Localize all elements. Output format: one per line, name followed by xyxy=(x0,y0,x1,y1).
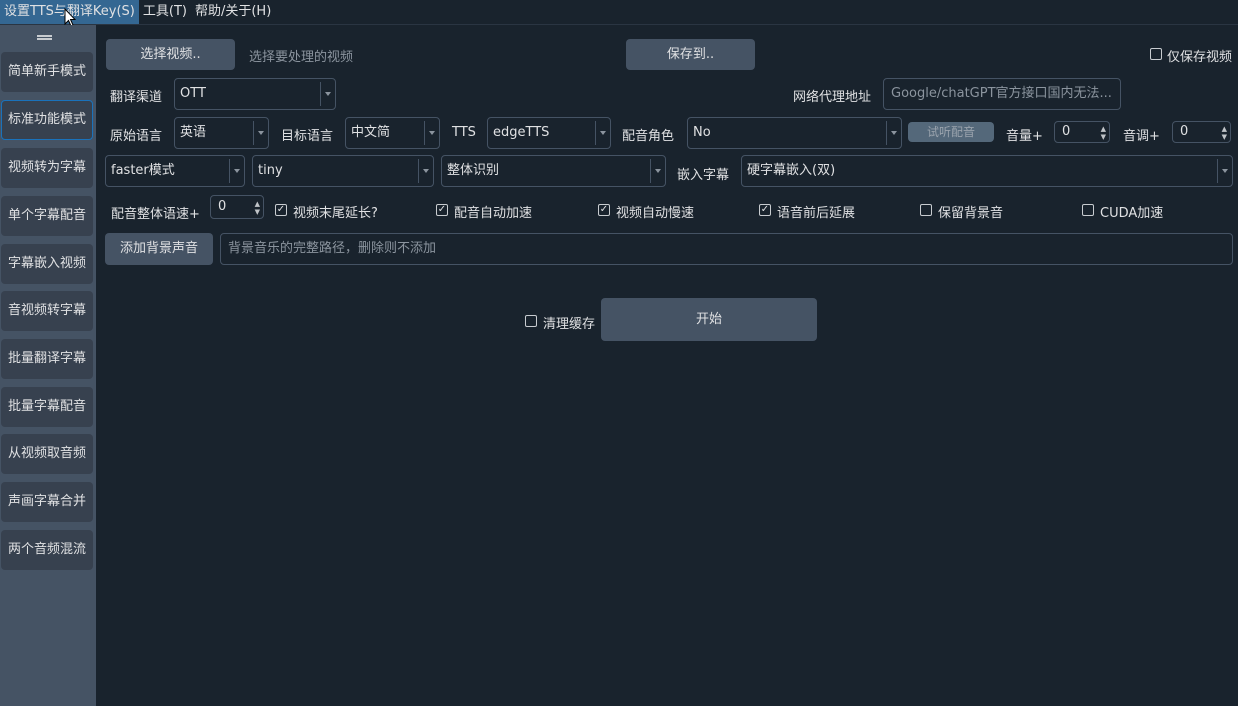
chevron-down-icon xyxy=(229,159,244,183)
source-language-select[interactable]: 英语 xyxy=(174,117,269,149)
sidebar-item-embed-subtitle[interactable]: 字幕嵌入视频 xyxy=(1,244,93,284)
start-button[interactable]: 开始 xyxy=(601,298,817,341)
clear-cache-checkbox[interactable] xyxy=(525,315,537,327)
clear-cache-label: 清理缓存 xyxy=(543,317,596,332)
only-save-video-checkbox[interactable] xyxy=(1150,48,1162,60)
add-background-button[interactable]: 添加背景声音 xyxy=(105,233,213,265)
speed-value: 0 xyxy=(218,199,227,214)
target-language-select[interactable]: 中文简 xyxy=(345,117,440,149)
select-video-button[interactable]: 选择视频.. xyxy=(106,39,235,70)
chevron-down-icon xyxy=(253,121,268,145)
sidebar: 简单新手模式 标准功能模式 视频转为字幕 单个字幕配音 字幕嵌入视频 音视频转字… xyxy=(0,25,96,706)
auto-speedup-checkbox[interactable]: ✓ xyxy=(436,204,448,216)
proxy-input[interactable]: Google/chatGPT官方接口国内无法... xyxy=(883,78,1121,110)
whisper-mode-select[interactable]: faster模式 xyxy=(105,155,245,187)
target-language-value: 中文简 xyxy=(351,125,391,140)
pitch-value: 0 xyxy=(1180,124,1189,139)
proxy-label: 网络代理地址 xyxy=(793,90,872,105)
sidebar-item-video-to-subtitle[interactable]: 视频转为字幕 xyxy=(1,148,93,188)
extend-video-end-label: 视频末尾延长? xyxy=(293,206,378,221)
chevron-down-icon xyxy=(595,121,610,145)
auto-speedup-label: 配音自动加速 xyxy=(454,206,533,221)
cuda-label: CUDA加速 xyxy=(1100,206,1164,221)
keep-background-checkbox[interactable] xyxy=(920,204,932,216)
translate-channel-select[interactable]: OTT xyxy=(174,78,336,110)
source-language-label: 原始语言 xyxy=(110,129,163,144)
voice-extend-label: 语音前后延展 xyxy=(777,206,856,221)
embed-subtitle-label: 嵌入字幕 xyxy=(677,168,730,183)
cuda-checkbox[interactable] xyxy=(1082,204,1094,216)
sidebar-item-merge-av-subtitle[interactable]: 声画字幕合并 xyxy=(1,482,93,522)
keep-background-label: 保留背景音 xyxy=(938,206,1004,221)
embed-subtitle-select[interactable]: 硬字幕嵌入(双) xyxy=(741,155,1233,187)
menu-bar: 设置TTS与翻译Key(S) 工具(T) 帮助/关于(H) xyxy=(0,0,1238,25)
chevron-down-icon xyxy=(1217,159,1232,183)
voice-extend-checkbox[interactable]: ✓ xyxy=(759,204,771,216)
voice-role-select[interactable]: No xyxy=(687,117,902,149)
translate-channel-label: 翻译渠道 xyxy=(110,90,163,105)
spin-arrows-icon[interactable]: ▲ ▼ xyxy=(1101,125,1106,141)
auto-slowdown-label: 视频自动慢速 xyxy=(616,206,695,221)
sidebar-item-single-subtitle-dub[interactable]: 单个字幕配音 xyxy=(1,196,93,236)
only-save-video-label: 仅保存视频 xyxy=(1167,50,1233,65)
select-video-hint: 选择要处理的视频 xyxy=(249,50,354,65)
voice-role-label: 配音角色 xyxy=(622,129,675,144)
sidebar-item-standard-mode[interactable]: 标准功能模式 xyxy=(1,100,93,140)
spin-arrows-icon[interactable]: ▲ ▼ xyxy=(255,200,260,216)
chevron-down-icon xyxy=(886,121,901,145)
sidebar-item-batch-translate[interactable]: 批量翻译字幕 xyxy=(1,339,93,379)
save-to-button[interactable]: 保存到.. xyxy=(626,39,755,70)
tts-label: TTS xyxy=(452,125,476,140)
speed-spinbox[interactable]: 0 ▲ ▼ xyxy=(210,195,264,219)
pitch-spinbox[interactable]: 0 ▲ ▼ xyxy=(1172,121,1231,143)
translate-channel-value: OTT xyxy=(180,86,206,101)
sidebar-item-av-to-subtitle[interactable]: 音视频转字幕 xyxy=(1,291,93,331)
model-value: tiny xyxy=(258,163,283,178)
spin-arrows-icon[interactable]: ▲ ▼ xyxy=(1222,125,1227,141)
listen-dub-button[interactable]: 试听配音 xyxy=(908,122,994,142)
sidebar-item-simple-mode[interactable]: 简单新手模式 xyxy=(1,52,93,92)
source-language-value: 英语 xyxy=(180,125,207,140)
sidebar-item-mix-audio[interactable]: 两个音频混流 xyxy=(1,530,93,570)
whisper-mode-value: faster模式 xyxy=(111,163,175,178)
embed-subtitle-value: 硬字幕嵌入(双) xyxy=(747,163,836,178)
model-select[interactable]: tiny xyxy=(252,155,434,187)
recognition-select[interactable]: 整体识别 xyxy=(441,155,666,187)
sidebar-item-batch-dub[interactable]: 批量字幕配音 xyxy=(1,387,93,427)
target-language-label: 目标语言 xyxy=(281,129,334,144)
chevron-down-icon xyxy=(320,82,335,106)
menu-help[interactable]: 帮助/关于(H) xyxy=(191,0,275,24)
recognition-value: 整体识别 xyxy=(447,163,500,178)
menu-tools[interactable]: 工具(T) xyxy=(139,0,191,24)
chevron-down-icon xyxy=(418,159,433,183)
volume-spinbox[interactable]: 0 ▲ ▼ xyxy=(1054,121,1110,143)
volume-label: 音量+ xyxy=(1006,129,1043,144)
chevron-down-icon xyxy=(424,121,439,145)
chevron-down-icon xyxy=(650,159,665,183)
speed-label: 配音整体语速+ xyxy=(111,207,200,222)
sidebar-handle-icon[interactable] xyxy=(37,35,52,40)
volume-value: 0 xyxy=(1062,124,1071,139)
auto-slowdown-checkbox[interactable]: ✓ xyxy=(598,204,610,216)
sidebar-item-extract-audio[interactable]: 从视频取音频 xyxy=(1,434,93,474)
tts-select[interactable]: edgeTTS xyxy=(487,117,611,149)
background-path-input[interactable]: 背景音乐的完整路径，删除则不添加 xyxy=(220,233,1233,265)
voice-role-value: No xyxy=(693,125,711,140)
extend-video-end-checkbox[interactable]: ✓ xyxy=(275,204,287,216)
tts-value: edgeTTS xyxy=(493,125,550,140)
pitch-label: 音调+ xyxy=(1123,129,1160,144)
